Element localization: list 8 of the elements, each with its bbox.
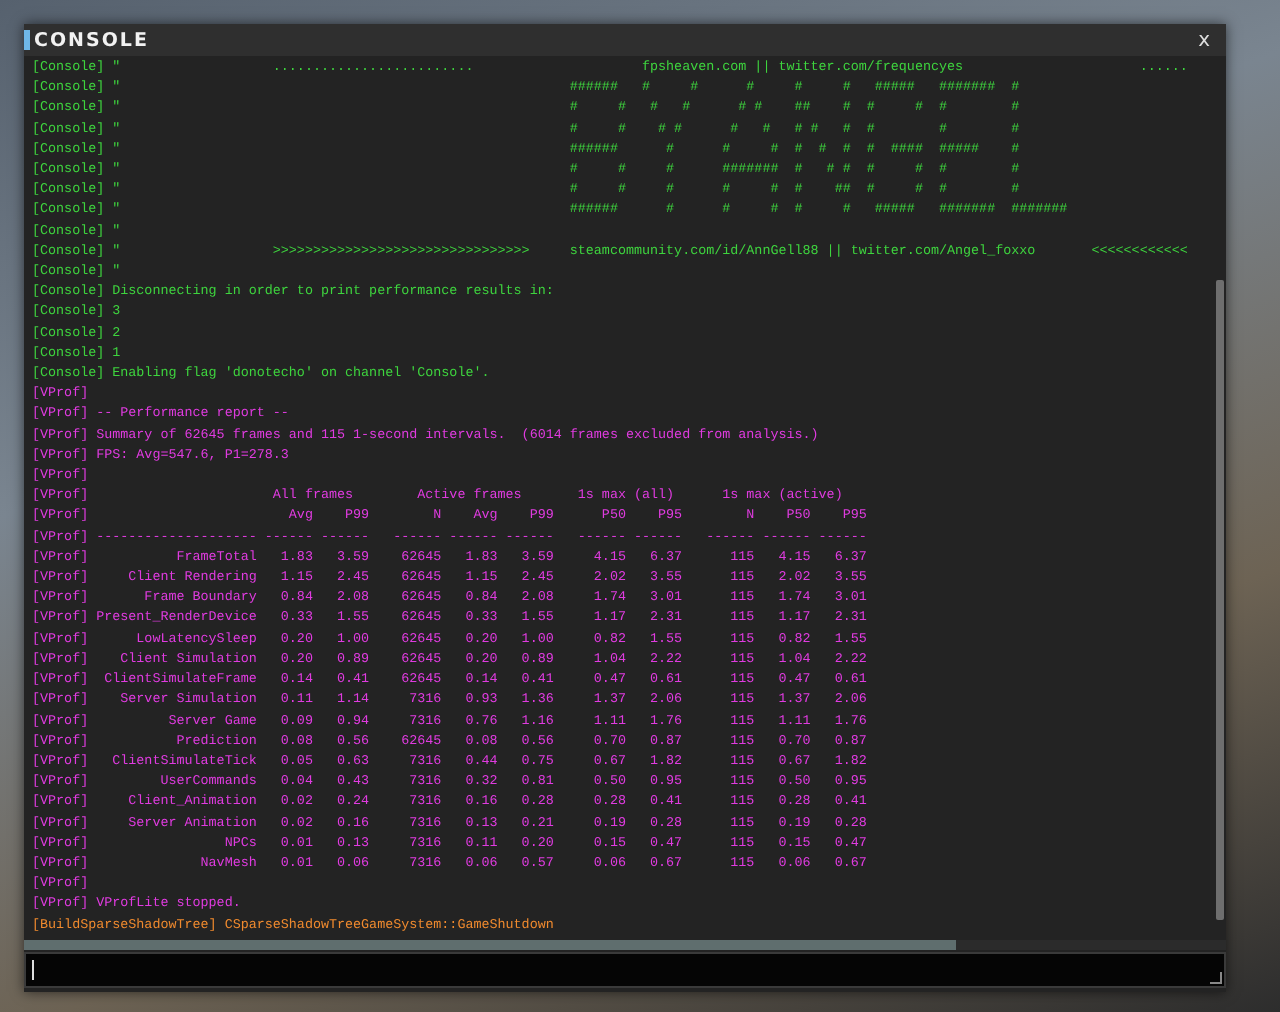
accent-bar — [24, 30, 30, 50]
horizontal-scrollbar-thumb[interactable] — [24, 940, 956, 950]
text-caret — [32, 960, 34, 980]
close-button[interactable]: x — [1194, 29, 1214, 51]
resize-grip-icon[interactable] — [1210, 972, 1222, 984]
scrollbar-thumb[interactable] — [1216, 280, 1224, 920]
command-input-field[interactable] — [24, 952, 1226, 988]
window-title: CONSOLE — [34, 29, 151, 51]
